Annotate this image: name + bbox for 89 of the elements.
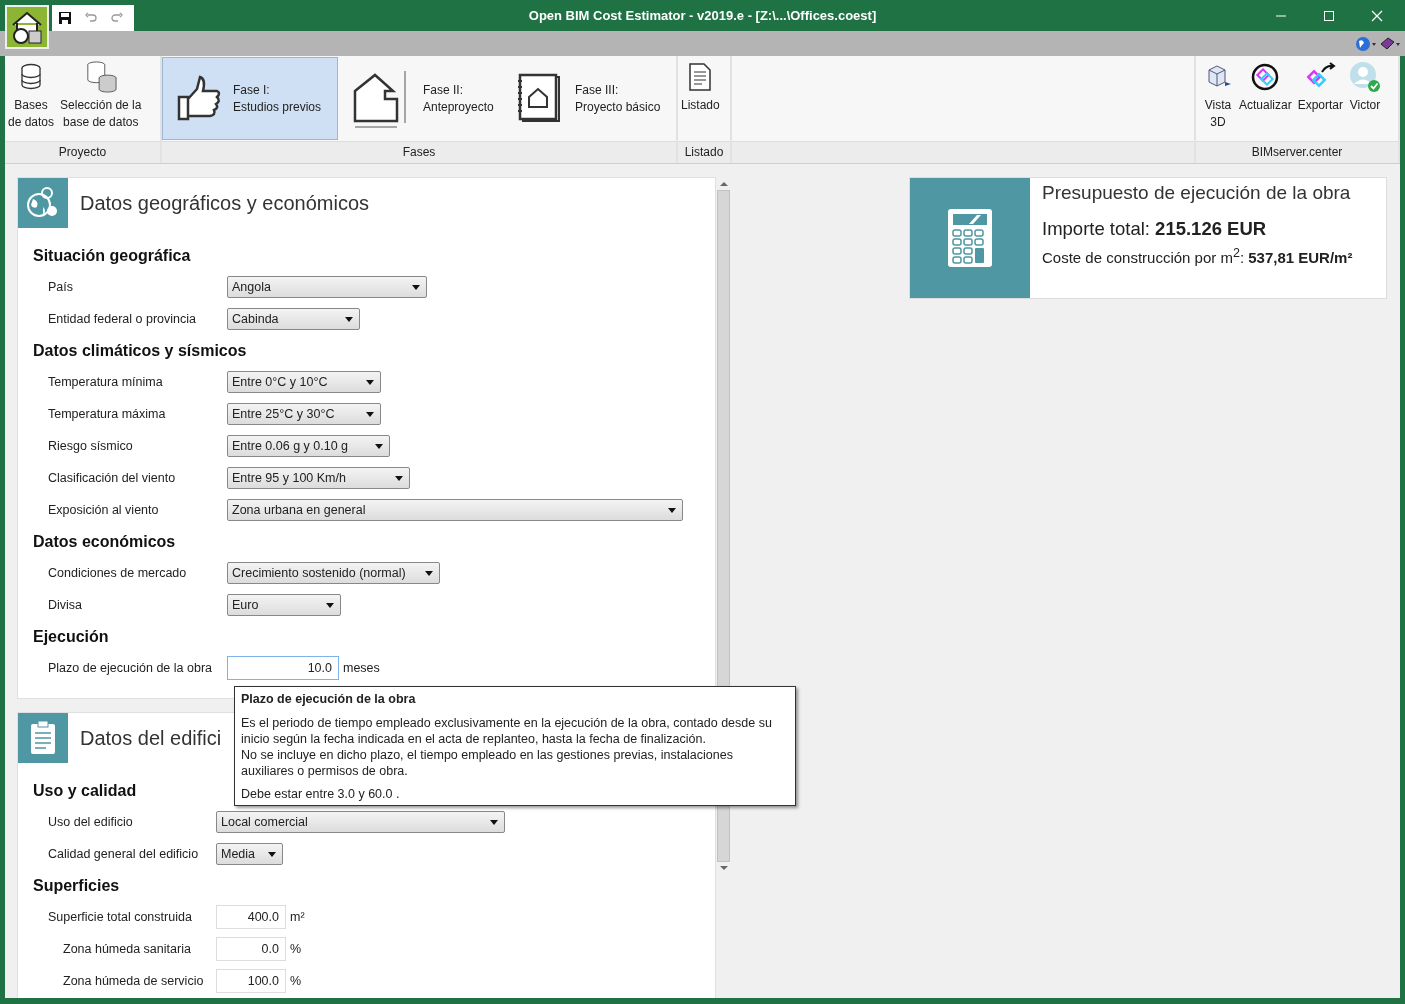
unit-label: m² <box>290 910 305 924</box>
caret-icon <box>326 602 334 608</box>
number-field[interactable]: 10.0 <box>227 656 339 680</box>
ribbon-button[interactable]: Selección de la base de datos <box>57 57 145 140</box>
section-heading: Ejecución <box>33 627 109 647</box>
section-heading: Superficies <box>33 876 120 896</box>
ribbon-group-label: Proyecto <box>5 141 160 163</box>
refresh-icon <box>1250 61 1281 93</box>
field-label: Superficie total construida <box>48 910 193 924</box>
tooltip-text: Es el periodo de tiempo empleado exclusivamente en la ejecución de la obra, contado desde su inicio según la fecha indicada en el acta de replanteo, hasta la fecha de finalización. <box>241 715 773 747</box>
section-heading: Datos económicos <box>33 532 176 552</box>
tooltip-text: No se incluye en dicho plazo, el tiempo empleado en las gestiones previas, instalaciones auxiliares o permisos de obra. <box>241 747 734 779</box>
field-label: Zona húmeda de servicio <box>62 974 205 988</box>
dropdown[interactable]: Media <box>216 843 283 865</box>
phase-button[interactable]: Fase III: Proyecto básico <box>502 57 672 140</box>
dropdown[interactable]: Angola <box>227 276 427 298</box>
caret-icon <box>366 411 374 417</box>
unit-cost: Coste de construcción por m$^{2}$: 537,81 EUR/m² <box>1042 246 1353 266</box>
phase-button[interactable]: Fase I: Estudios previos <box>162 57 338 140</box>
scroll-down-icon[interactable] <box>719 865 728 871</box>
summary-title: Presupuesto de ejecución de la obra <box>1042 182 1352 204</box>
section-heading: Situación geográfica <box>33 246 191 266</box>
caret-icon <box>345 316 353 322</box>
number-field[interactable]: 100.0 <box>216 969 286 993</box>
ribbon-button[interactable]: Listado <box>678 57 723 140</box>
panel-title: Datos geográficos y económicos <box>80 191 370 215</box>
section-heading: Uso y calidad <box>33 781 137 801</box>
caret-icon <box>268 851 276 857</box>
field-label: Entidad federal o provincia <box>48 312 197 326</box>
ribbon-button[interactable]: Exportar <box>1294 57 1347 140</box>
dropdown[interactable]: Cabinda <box>227 308 360 330</box>
field-label: Riesgo sísmico <box>48 439 134 453</box>
field-label: Clasificación del viento <box>48 471 177 485</box>
caret-icon <box>395 475 403 481</box>
thumbs-up-icon <box>175 74 223 123</box>
field-label: País <box>48 280 74 294</box>
ribbon-group-label: Listado <box>678 141 730 163</box>
dropdown[interactable]: Local comercial <box>216 811 505 833</box>
caret-icon <box>366 379 374 385</box>
maximize-icon[interactable] <box>1323 9 1335 22</box>
tooltip-range-text: Debe estar entre 3.0 y 60.0 . <box>241 786 401 802</box>
field-label: Temperatura máxima <box>48 407 167 421</box>
save-icon[interactable] <box>58 11 72 25</box>
caret-icon <box>425 570 433 576</box>
ribbon-button[interactable]: Actualizar <box>1236 57 1295 140</box>
help-book-icon[interactable] <box>1379 35 1401 52</box>
dropdown[interactable]: Entre 0.06 g y 0.10 g <box>227 435 390 457</box>
dropdown[interactable]: Euro <box>227 594 341 616</box>
dropdown[interactable]: Zona urbana en general <box>227 499 683 521</box>
ribbon-group-label: Fases <box>162 141 676 163</box>
dropdown[interactable]: Crecimiento sostenido (normal) <box>227 562 440 584</box>
unit-label: % <box>290 974 302 988</box>
field-label: Calidad general del edificio <box>48 847 200 861</box>
number-field[interactable]: 400.0 <box>216 905 286 929</box>
user-avatar-icon <box>1349 61 1382 93</box>
unit-label: % <box>290 942 302 956</box>
ribbon-button[interactable]: Bases de datos <box>5 57 58 140</box>
unit-label: meses <box>343 661 380 675</box>
close-icon[interactable] <box>1371 9 1383 22</box>
dropdown[interactable]: Entre 95 y 100 Km/h <box>227 467 410 489</box>
field-label: Zona húmeda sanitaria <box>62 942 192 956</box>
dropdown[interactable]: Entre 0°C y 10°C <box>227 371 381 393</box>
section-heading: Datos climáticos y sísmicos <box>33 341 247 361</box>
caret-icon <box>668 507 676 513</box>
phase-button[interactable]: Fase II: Anteproyecto <box>338 57 502 140</box>
panel-title: Datos del edifici <box>80 726 222 750</box>
redo-icon[interactable] <box>110 12 124 24</box>
field-label: Temperatura mínima <box>48 375 164 389</box>
field-label: Divisa <box>48 598 84 612</box>
globe-icon[interactable] <box>1355 35 1377 52</box>
field-label: Condiciones de mercado <box>48 566 188 580</box>
tooltip-title: Plazo de ejecución de la obra <box>241 691 417 707</box>
scroll-up-icon[interactable] <box>719 181 728 187</box>
total-amount: Importe total: 215.126 EUR <box>1042 218 1268 240</box>
field-label: Plazo de ejecución de la obra <box>48 661 213 675</box>
window-title: Open BIM Cost Estimator - v2019.e - [Z:\...\Offices.coest] <box>528 8 877 23</box>
field-label: Exposición al viento <box>48 503 160 517</box>
ribbon-group-label: BIMserver.center <box>1196 141 1398 163</box>
number-field[interactable]: 0.0 <box>216 937 286 961</box>
field-label: Uso del edificio <box>48 815 134 829</box>
caret-icon <box>375 443 383 449</box>
caret-icon <box>412 284 420 290</box>
app-logo-icon[interactable] <box>5 5 49 49</box>
dropdown[interactable]: Entre 25°C y 30°C <box>227 403 381 425</box>
caret-icon <box>490 819 498 825</box>
document-icon <box>688 61 713 93</box>
undo-icon[interactable] <box>84 12 98 24</box>
ribbon-button[interactable]: Victor <box>1346 57 1385 140</box>
ribbon-button[interactable]: Vista 3D <box>1200 57 1236 140</box>
